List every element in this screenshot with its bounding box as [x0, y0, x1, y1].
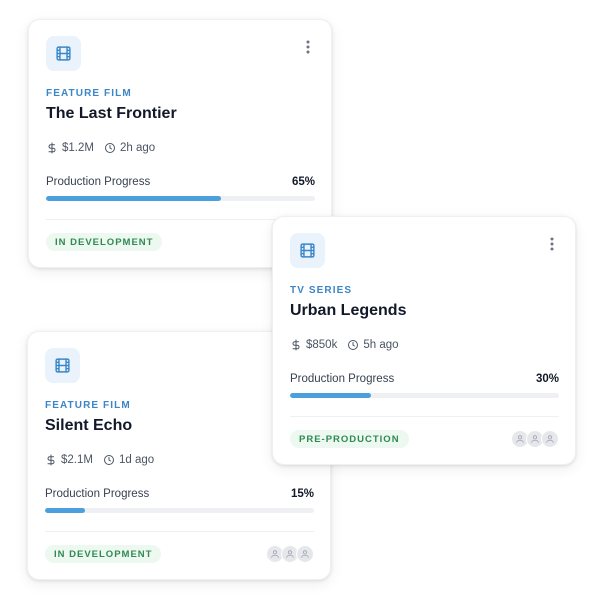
project-category: TV SERIES [290, 285, 353, 296]
clock-icon [348, 340, 359, 350]
last-updated: 5h ago [347, 339, 399, 351]
project-title[interactable]: Silent Echo [45, 417, 132, 435]
last-updated: 1d ago [103, 454, 154, 466]
more-vertical-icon [306, 40, 310, 54]
budget-value: $1.2M [62, 142, 94, 154]
team-avatars[interactable] [266, 545, 314, 563]
status-badge: PRE-PRODUCTION [290, 430, 409, 448]
updated-value: 1d ago [118, 454, 155, 466]
last-updated: 2h ago [104, 142, 155, 154]
progress-percent: 65% [291, 176, 315, 188]
user-icon [301, 550, 309, 558]
avatar[interactable] [296, 545, 314, 563]
project-meta: $2.1M 1d ago [45, 454, 154, 466]
user-icon [546, 435, 554, 443]
film-icon [290, 233, 325, 268]
progress-bar-fill [290, 393, 371, 398]
progress-percent: 15% [290, 488, 314, 500]
avatar[interactable] [541, 430, 559, 448]
user-icon [531, 435, 539, 443]
budget: $1.2M [46, 142, 94, 154]
film-icon [46, 36, 81, 71]
project-category: FEATURE FILM [45, 400, 131, 411]
updated-value: 5h ago [363, 339, 399, 351]
project-title[interactable]: Urban Legends [290, 302, 406, 320]
dollar-icon [48, 142, 56, 154]
progress-bar [45, 508, 314, 513]
project-card[interactable]: TV SERIES Urban Legends $850k 5h ago Pro… [272, 216, 576, 465]
updated-value: 2h ago [119, 142, 156, 154]
divider [290, 416, 559, 417]
budget-value: $850k [306, 339, 338, 351]
dollar-icon [292, 339, 300, 351]
clock-icon [104, 143, 115, 153]
progress-label: Production Progress [46, 176, 151, 188]
progress-bar [290, 393, 559, 398]
team-avatars[interactable] [511, 430, 559, 448]
progress-label: Production Progress [290, 373, 395, 385]
dollar-icon [47, 454, 55, 466]
project-meta: $1.2M 2h ago [46, 142, 155, 154]
more-options-button[interactable] [545, 235, 559, 253]
progress-bar-fill [46, 196, 221, 201]
project-title[interactable]: The Last Frontier [46, 105, 177, 123]
budget-value: $2.1M [61, 454, 93, 466]
user-icon [271, 550, 279, 558]
budget: $2.1M [45, 454, 93, 466]
user-icon [516, 435, 524, 443]
status-badge: IN DEVELOPMENT [45, 545, 162, 563]
budget: $850k [290, 339, 337, 351]
user-icon [286, 550, 294, 558]
progress-label: Production Progress [45, 488, 150, 500]
more-vertical-icon [550, 237, 554, 251]
progress-bar [46, 196, 315, 201]
clock-icon [103, 455, 114, 465]
status-badge: IN DEVELOPMENT [46, 233, 163, 251]
project-category: FEATURE FILM [46, 88, 132, 99]
film-icon [45, 348, 80, 383]
more-options-button[interactable] [301, 38, 315, 56]
divider [45, 531, 314, 532]
project-meta: $850k 5h ago [290, 339, 399, 351]
progress-bar-fill [45, 508, 86, 513]
progress-percent: 30% [535, 373, 559, 385]
